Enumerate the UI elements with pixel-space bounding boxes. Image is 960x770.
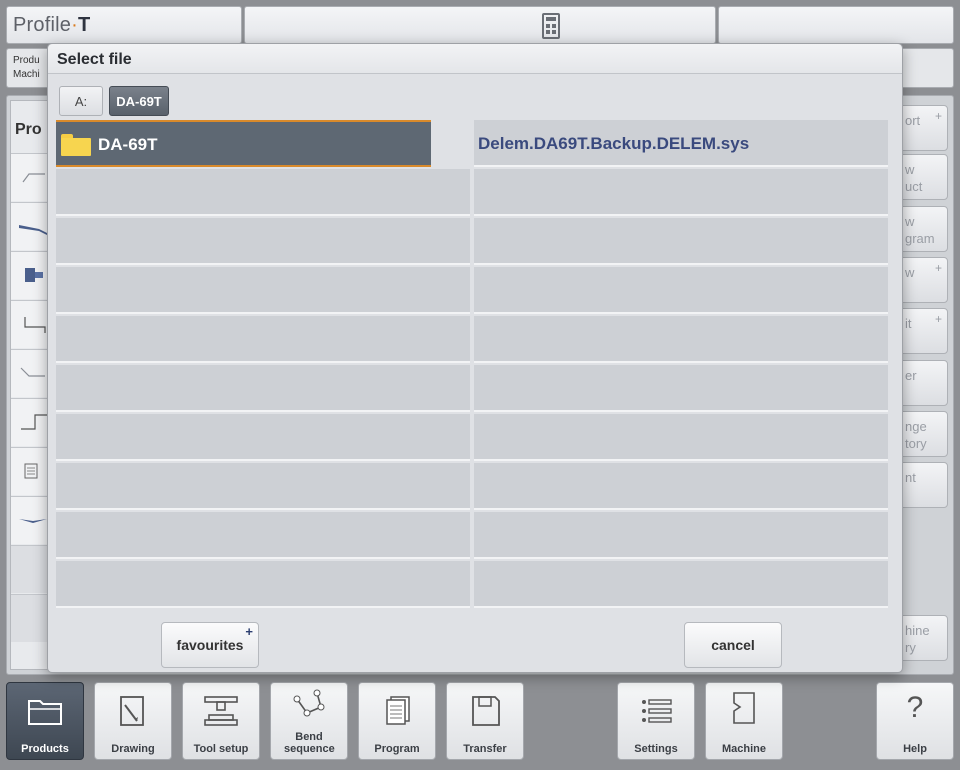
plus-icon: + [245, 624, 253, 639]
side-button-filter[interactable]: er [898, 360, 948, 406]
file-row-empty [474, 218, 888, 265]
folder-row-empty [56, 512, 470, 559]
plus-icon: + [934, 261, 942, 275]
file-row-empty [474, 267, 888, 314]
favourites-label: favourites [176, 637, 244, 653]
side-button-new-program[interactable]: w gram [898, 206, 948, 252]
side-button-label: er [905, 368, 917, 383]
side-button-label: w gram [905, 214, 935, 246]
machine-icon [733, 692, 755, 724]
nav-help-button[interactable]: ? Help [876, 682, 954, 760]
nav-label: Settings [634, 743, 678, 755]
transfer-icon [472, 696, 500, 726]
nav-settings-button[interactable]: Settings [617, 682, 695, 760]
side-button-print[interactable]: nt [898, 462, 948, 508]
file-row-empty [474, 463, 888, 510]
header-line-1: Produ [13, 55, 40, 66]
side-button-new-product[interactable]: w uct [898, 154, 948, 200]
select-file-dialog: Select file A: DA-69T DA-69T Delem.DA69T… [47, 43, 903, 673]
folder-name: DA-69T [98, 135, 158, 154]
side-button-machine-library[interactable]: hine ry [898, 615, 948, 661]
nav-bend-sequence-button[interactable]: Bend sequence [270, 682, 348, 760]
file-row-empty [474, 561, 888, 608]
folder-row-empty [56, 316, 470, 363]
nav-tool-setup-button[interactable]: Tool setup [182, 682, 260, 760]
program-icon [386, 696, 410, 725]
plus-icon: + [934, 312, 942, 326]
favourites-button[interactable]: favourites + [161, 622, 259, 668]
brand-main: Profile [13, 14, 72, 36]
file-row-empty [474, 169, 888, 216]
side-button-label: ort [905, 113, 921, 128]
file-row-empty [474, 316, 888, 363]
side-button-change-directory[interactable]: nge tory [898, 411, 948, 457]
drive-tab-a[interactable]: A: [59, 86, 103, 116]
cancel-label: cancel [711, 637, 755, 653]
folder-row-empty [56, 267, 470, 314]
file-row[interactable]: Delem.DA69T.Backup.DELEM.sys [474, 120, 888, 167]
side-button-label: hine ry [905, 623, 930, 655]
cancel-button[interactable]: cancel [684, 622, 782, 668]
calculator-icon[interactable] [542, 13, 560, 39]
brand-suffix: T [77, 14, 91, 36]
product-list-title: Pro [15, 121, 42, 138]
brand-logo: Profile·T [6, 6, 242, 44]
folder-row-empty [56, 561, 470, 608]
file-row-empty [474, 512, 888, 559]
nav-label: Bend sequence [284, 731, 335, 755]
nav-program-button[interactable]: Program [358, 682, 436, 760]
nav-label: Help [903, 743, 927, 755]
top-bar: Profile·T [6, 6, 954, 44]
side-button-label: w uct [905, 162, 923, 194]
side-button-view[interactable]: w + [898, 257, 948, 303]
side-button-edit[interactable]: it + [898, 308, 948, 354]
nav-transfer-button[interactable]: Transfer [446, 682, 524, 760]
nav-label: Tool setup [193, 743, 249, 755]
side-button-import[interactable]: ort + [898, 105, 948, 151]
nav-label: Products [21, 743, 69, 755]
folder-row-selected[interactable]: DA-69T [56, 120, 431, 167]
folder-row-empty [56, 414, 470, 461]
settings-icon [642, 699, 672, 723]
side-button-label: nt [905, 470, 916, 485]
nav-drawing-button[interactable]: Drawing [94, 682, 172, 760]
dialog-title: Select file [48, 44, 902, 74]
plus-icon: + [934, 109, 942, 123]
nav-products-button[interactable]: Products [6, 682, 84, 760]
folder-row-empty [56, 218, 470, 265]
file-name: Delem.DA69T.Backup.DELEM.sys [478, 134, 750, 153]
folder-row-empty [56, 169, 470, 216]
side-button-label: nge tory [905, 419, 927, 451]
bend-sequence-icon [293, 689, 325, 717]
drawing-icon [120, 696, 144, 726]
bottom-navigation: Products Drawing Tool setup Bend sequenc… [0, 678, 960, 770]
folder-row-empty [56, 463, 470, 510]
tool-setup-icon [204, 696, 238, 726]
brand-dot: · [71, 14, 78, 36]
nav-label: Program [374, 743, 420, 755]
nav-label: Drawing [111, 743, 155, 755]
side-button-label: it [905, 316, 912, 331]
nav-label: Machine [721, 743, 766, 755]
drive-tab-da69t[interactable]: DA-69T [109, 86, 169, 116]
top-right-panel [718, 6, 954, 44]
help-icon: ? [906, 691, 924, 724]
side-button-label: w [905, 265, 915, 280]
file-row-empty [474, 414, 888, 461]
file-row-empty [474, 365, 888, 412]
folder-icon [28, 700, 62, 725]
folder-icon [61, 134, 91, 156]
nav-label: Transfer [463, 743, 507, 755]
top-center-panel [244, 6, 716, 44]
folder-row-empty [56, 365, 470, 412]
header-line-2: Machi [13, 69, 40, 80]
nav-machine-button[interactable]: Machine [705, 682, 783, 760]
